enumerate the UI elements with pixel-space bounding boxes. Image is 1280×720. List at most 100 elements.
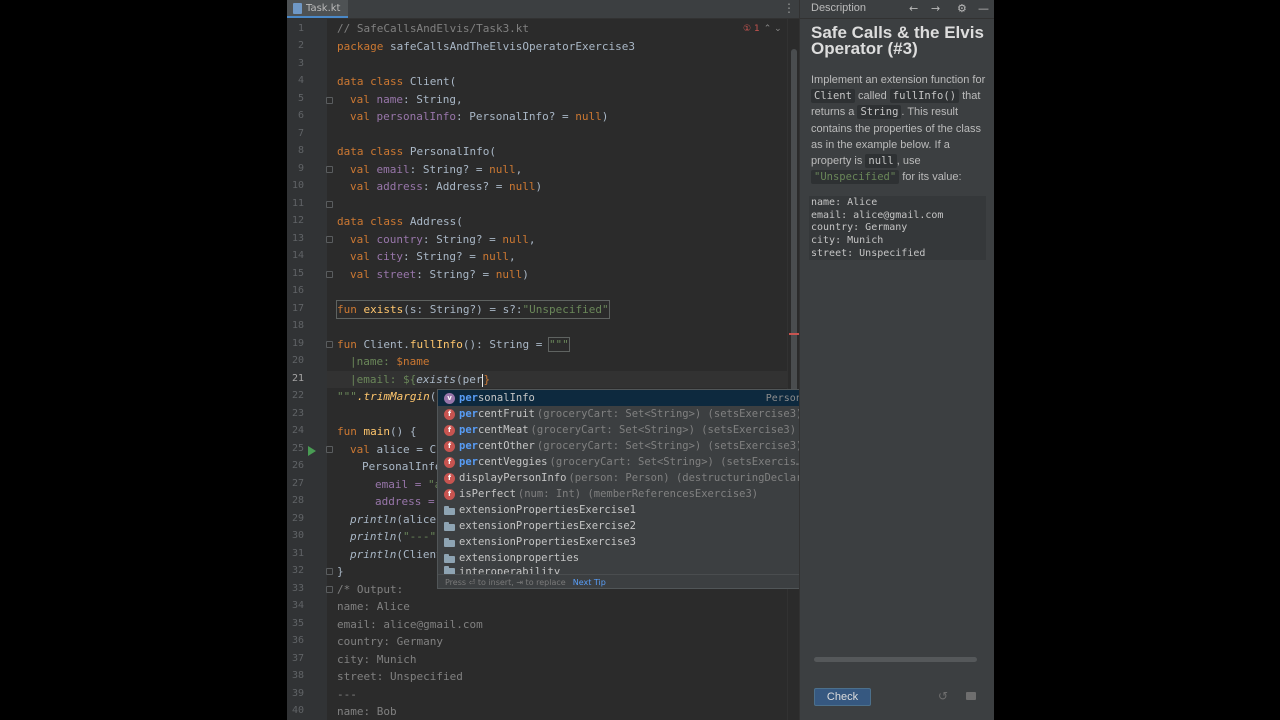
arrow-right-icon[interactable]: → [931,2,940,15]
keyword: null [502,233,529,246]
code-line: --- [337,688,357,701]
code-text: (alice. [396,513,443,526]
code-line: val address: Address? = null) [350,178,542,195]
reset-icon[interactable]: ↺ [938,689,948,703]
line-number: 36 [291,635,304,646]
next-tip-link[interactable]: Next Tip [573,578,606,587]
function-call: exists [416,373,456,386]
code-text: alice = Cl [369,443,443,456]
code-text: ( [396,530,403,543]
keyword: fun [337,425,357,438]
completion-item[interactable]: f isPer fect (num: Int) (memberReferencesEx… [438,486,850,502]
fold-toggle[interactable] [326,271,333,278]
inline-code: String [857,105,902,120]
line-number: 37 [291,653,304,664]
more-vertical-icon[interactable]: ⋮ [783,1,795,15]
line-number: 33 [291,583,304,594]
code-text: PersonalInfo( [403,145,496,158]
code-text: : String? = [409,163,490,176]
panel-title: Description [811,2,867,14]
line-number: 29 [291,513,304,524]
tab-task-kt[interactable]: Task.kt [287,0,349,18]
tab-label: Task.kt [306,2,341,14]
line-number: 22 [291,390,304,401]
completion-prefix: extensionPro [459,520,535,532]
completion-item[interactable]: extensionPro pertiesExercise1 [438,502,850,518]
property: city [376,250,404,263]
run-gutter-icon[interactable] [308,446,316,456]
completion-item[interactable]: extensionpro perties [438,550,850,566]
desc-text: Implement an extension function for [811,74,986,86]
completion-item[interactable]: extensionPro pertiesExercise2 [438,518,850,534]
fold-toggle[interactable] [326,97,333,104]
keyword: val [350,268,370,281]
fold-toggle[interactable] [326,586,333,593]
scrollbar-thumb[interactable] [791,49,797,409]
package-folder-icon [444,566,455,574]
example-line: country: Germany [811,222,908,234]
completion-item[interactable]: f per centFruit (groceryCart: Set<String>) … [438,406,850,422]
package-folder-icon [444,553,455,563]
code-line: data class Client( [337,73,456,90]
completion-item[interactable]: extensionPro pertiesExercise3 [438,534,850,550]
ide-window: Task.kt ⋮ 1 2 3 4 5 6 7 8 9 10 11 12 13 … [287,0,994,720]
editor-tab-bar: Task.kt ⋮ [287,0,799,19]
line-number: 12 [291,215,304,226]
fold-toggle[interactable] [326,568,333,575]
code-line: fun main() { [337,423,417,440]
completion-item[interactable]: f per centOther (groceryCart: Set<String>) … [438,438,850,454]
check-button[interactable]: Check [814,688,871,706]
fold-toggle[interactable] [326,236,333,243]
property: street [376,268,417,281]
desc-text: for its value: [899,171,962,184]
code-text: : PersonalInfo? = [455,110,576,123]
minimize-icon[interactable]: — [978,2,989,15]
fold-toggle[interactable] [326,201,333,208]
fold-toggle[interactable] [326,446,333,453]
line-number: 13 [291,233,304,244]
function-call: .trimMargin [356,390,430,403]
completion-name: pertiesExercise2 [534,520,637,532]
code-line: package safeCallsAndTheElvisOperatorExer… [337,38,635,55]
keyword: null [495,268,523,281]
string-literal: "---" [402,530,437,543]
string-literal: |name: [350,355,397,368]
code-text: , [508,250,516,263]
completion-item[interactable]: f per centMeat (groceryCart: Set<String>) (… [438,422,850,438]
gear-icon[interactable]: ⚙ [957,2,967,15]
code-line: val city: String? = null, [350,248,516,265]
function-call: println [350,513,397,526]
completion-name: perties [534,552,580,564]
code-text: ) [601,110,609,123]
comment-icon[interactable] [966,692,976,700]
panel-scrollbar[interactable] [814,657,977,662]
code-text: () { [390,425,417,438]
example-output-block: name: Alice email: alice@gmail.com count… [809,196,986,260]
error-stripe-mark[interactable] [789,333,799,335]
completion-item-partial[interactable]: interoperability [438,566,850,574]
line-number: 20 [291,355,304,366]
code-line: data class PersonalInfo( [337,143,496,160]
completion-name: sonalInfo [477,392,535,404]
completion-prefix: displayPer [459,472,522,484]
keyword: val [350,163,370,176]
code-completion-popup[interactable]: vpersonalInfoPersonalInfo? fpercentFruit… [437,389,859,589]
completion-item[interactable]: f displayPer sonInfo (person: Person) (dest… [438,470,850,486]
completion-item[interactable]: f per centVeggies (groceryCart: Set<String>… [438,454,850,470]
code-editor[interactable]: // SafeCallsAndElvis/Task3.kt package sa… [336,19,787,720]
inline-code: "Unspecified" [811,170,900,185]
line-number: 17 [291,303,304,314]
code-text: , [515,163,523,176]
completion-signature: (groceryCart: Set<String>) (setsExercis… [549,456,803,468]
arrow-left-icon[interactable]: ← [909,2,918,15]
line-number: 10 [291,180,304,191]
fold-toggle[interactable] [326,341,333,348]
code-line: email: alice@gmail.com [337,618,483,631]
description-panel: Description ← → ⚙ — Safe Calls & the Elv… [799,0,994,720]
completion-prefix: per [459,424,478,436]
fold-toggle[interactable] [326,166,333,173]
property: personalInfo [376,110,456,123]
line-number: 5 [297,93,304,104]
completion-item[interactable]: vpersonalInfoPersonalInfo? [438,390,850,406]
code-text: ) [535,180,543,193]
